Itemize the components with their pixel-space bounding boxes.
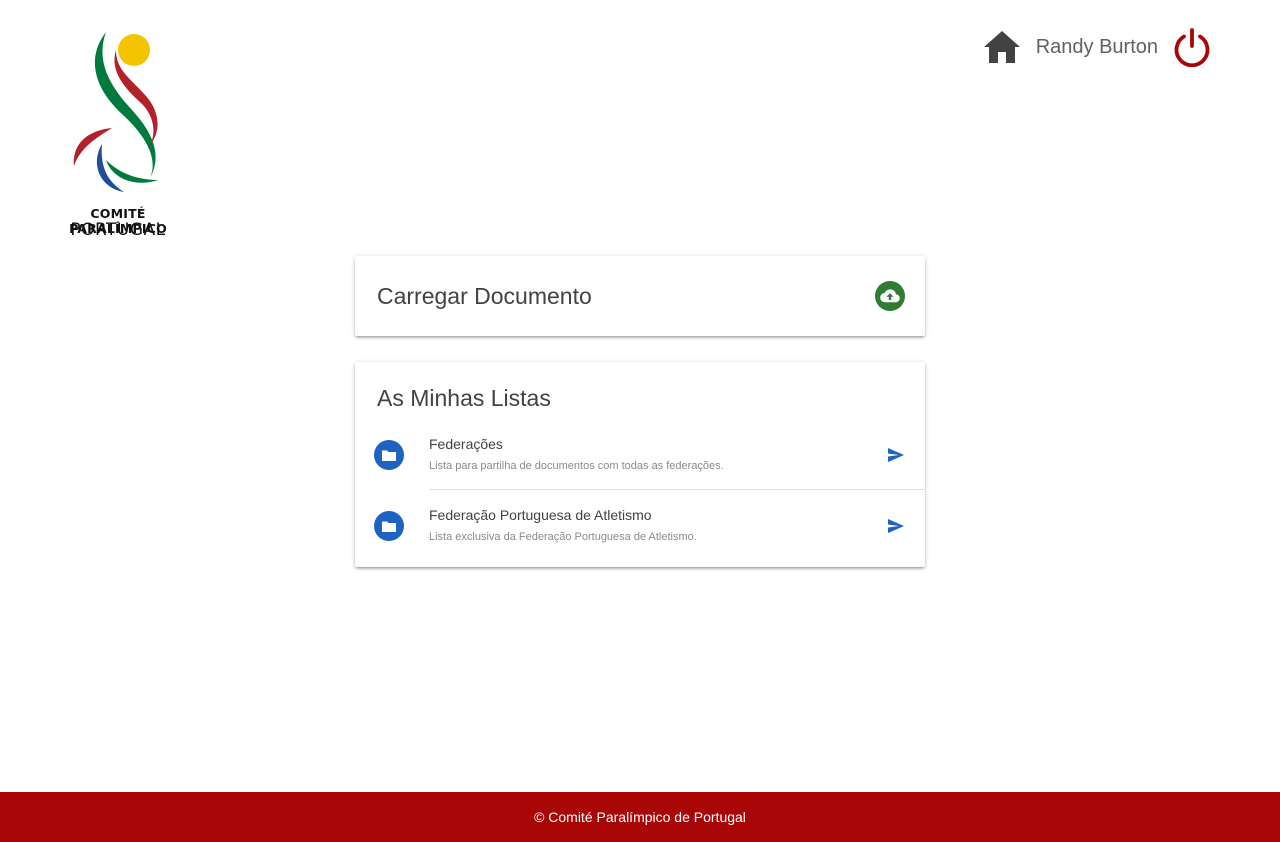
list-item-subtitle: Lista exclusiva da Federação Portuguesa …	[429, 531, 697, 543]
my-lists-title: As Minhas Listas	[377, 385, 551, 411]
folder-icon	[374, 511, 404, 541]
send-icon[interactable]	[887, 446, 905, 464]
list-item-federacoes[interactable]: Federações Lista para partilha de docume…	[355, 420, 925, 490]
list-item-title: Federações	[429, 436, 503, 452]
list-item-subtitle: Lista para partilha de documentos com to…	[429, 460, 724, 472]
list-divider	[429, 489, 925, 490]
header-user-area: Randy Burton	[982, 27, 1212, 67]
send-icon[interactable]	[887, 517, 905, 535]
power-icon[interactable]	[1172, 27, 1212, 67]
page: COMITÉ PARALÍMPICO PORTUGAL Randy Burton…	[0, 0, 1280, 842]
list-item-atletismo[interactable]: Federação Portuguesa de Atletismo Lista …	[355, 491, 925, 561]
logo-emblem-icon	[73, 32, 158, 192]
folder-icon	[374, 440, 404, 470]
my-lists-card: As Minhas Listas Federações Lista para p…	[355, 362, 925, 567]
cloud-upload-icon[interactable]	[875, 281, 905, 311]
list-item-title: Federação Portuguesa de Atletismo	[429, 507, 652, 523]
upload-document-card[interactable]: Carregar Documento	[355, 256, 925, 336]
user-name: Randy Burton	[1035, 35, 1158, 58]
footer: © Comité Paralímpico de Portugal	[0, 792, 1280, 842]
home-icon[interactable]	[982, 29, 1022, 65]
upload-card-title: Carregar Documento	[377, 283, 592, 309]
footer-copyright: © Comité Paralímpico de Portugal	[534, 809, 746, 825]
logo-text-line2: PORTUGAL	[70, 220, 166, 240]
logo: COMITÉ PARALÍMPICO PORTUGAL	[50, 28, 186, 240]
